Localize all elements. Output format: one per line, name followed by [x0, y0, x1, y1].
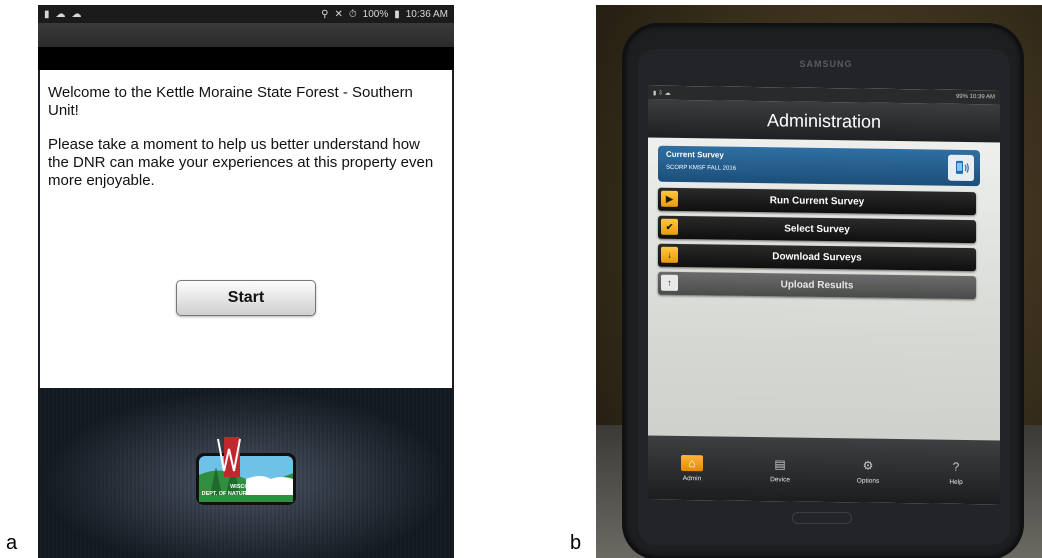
- home-icon: ⌂: [681, 454, 703, 471]
- battery-percent: 100%: [362, 8, 389, 20]
- check-icon: ✔: [661, 218, 678, 235]
- logo-caption: WISCONSIN DEPT. OF NATURAL RESOURCES: [196, 484, 296, 498]
- status-right: 99% 10:39 AM: [956, 94, 995, 101]
- notification-icon: ▮ ⇩ ☁: [653, 90, 671, 97]
- device-icon: ▤: [774, 456, 786, 471]
- nav-device[interactable]: ▤ Device: [736, 437, 824, 502]
- home-button[interactable]: [792, 512, 852, 524]
- logo-caption-line1: WISCONSIN: [230, 484, 262, 490]
- nav-options[interactable]: ⚙ Options: [824, 438, 912, 503]
- figure-label-a: a: [6, 532, 18, 554]
- nav-label: Help: [949, 478, 963, 486]
- phone-signal-icon: [948, 154, 974, 182]
- tablet-screen: ▮ ⇩ ☁ 99% 10:39 AM Administration Curren…: [648, 85, 1000, 505]
- gear-icon: ⚙: [862, 458, 874, 473]
- nav-label: Options: [856, 476, 880, 485]
- download-arrow-icon: ↓: [661, 246, 678, 263]
- nav-label: Admin: [682, 474, 702, 482]
- current-survey-card[interactable]: Current Survey SCORP KMSF FALL 2016: [658, 145, 980, 187]
- status-time: 10:39 AM: [969, 94, 995, 101]
- battery-icon: ▮: [394, 8, 400, 20]
- tablet-photo-panel: SAMSUNG ▮ ⇩ ☁ 99% 10:39 AM Administratio…: [596, 5, 1042, 558]
- current-survey-label: Current Survey: [666, 149, 724, 160]
- bottom-nav: ⌂ Admin ▤ Device ⚙ Options ? Help: [648, 435, 1000, 505]
- cloud-icon: ☁: [55, 8, 66, 20]
- nav-label: Device: [770, 475, 790, 484]
- mute-icon: ✕: [334, 8, 343, 20]
- menu-label: Select Survey: [784, 223, 850, 236]
- menu-label: Run Current Survey: [769, 195, 865, 208]
- welcome-text: Welcome to the Kettle Moraine State Fore…: [48, 84, 413, 119]
- run-current-survey-button[interactable]: ▶ Run Current Survey: [658, 187, 976, 216]
- brand-logo: SAMSUNG: [799, 59, 853, 69]
- cloud-icon: ☁: [71, 8, 82, 20]
- status-time: 10:36 AM: [405, 8, 448, 20]
- app-toolbar: [38, 23, 454, 47]
- logo-caption-line2: DEPT. OF NATURAL RESOURCES: [201, 491, 291, 497]
- question-icon: ?: [952, 459, 960, 474]
- notification-icon: ▮: [44, 8, 50, 20]
- download-surveys-button[interactable]: ↓ Download Surveys: [658, 243, 976, 272]
- battery-percent: 99%: [955, 93, 968, 101]
- play-icon: ▶: [661, 190, 678, 207]
- upload-results-button[interactable]: ↑ Upload Results: [658, 271, 976, 300]
- app-header-band: [38, 47, 454, 70]
- nav-admin[interactable]: ⌂ Admin: [648, 436, 736, 501]
- alarm-icon: ⏱: [348, 8, 357, 20]
- phone-screenshot-panel: ▮ ☁ ☁ ⚲ ✕ ⏱ 100% ▮ 10:36 AM Welcome to t…: [38, 5, 454, 558]
- start-button[interactable]: Start: [176, 280, 316, 316]
- menu-label: Download Surveys: [772, 251, 862, 264]
- page-title: Administration: [648, 99, 1000, 143]
- status-bar: ▮ ☁ ☁ ⚲ ✕ ⏱ 100% ▮ 10:36 AM: [38, 5, 454, 23]
- upload-arrow-icon: ↑: [661, 274, 678, 291]
- welcome-content: Welcome to the Kettle Moraine State Fore…: [40, 70, 452, 388]
- menu-label: Upload Results: [780, 279, 854, 292]
- select-survey-button[interactable]: ✔ Select Survey: [658, 215, 976, 244]
- intro-text: Please take a moment to help us better u…: [48, 136, 434, 189]
- figure-label-b: b: [570, 532, 582, 554]
- location-icon: ⚲: [321, 8, 329, 20]
- nav-help[interactable]: ? Help: [912, 439, 1000, 504]
- current-survey-name: SCORP KMSF FALL 2016: [666, 164, 737, 172]
